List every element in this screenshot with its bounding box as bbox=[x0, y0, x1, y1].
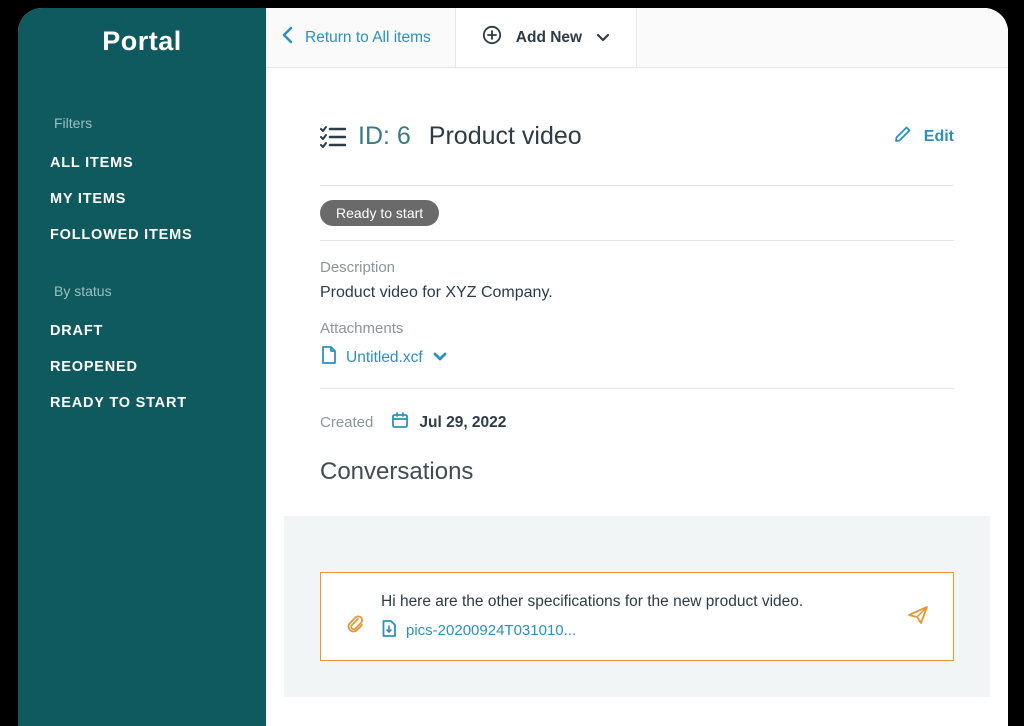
created-label: Created bbox=[320, 414, 373, 431]
message-attachment[interactable]: pics-20200924T031010... bbox=[381, 619, 891, 642]
attachment-item[interactable]: Untitled.xcf bbox=[320, 345, 954, 370]
app-window: Portal Filters ALL ITEMS MY ITEMS FOLLOW… bbox=[18, 8, 1008, 726]
chevron-down-icon bbox=[596, 29, 610, 47]
card-header: ID: 6 Product video Edit bbox=[320, 122, 954, 151]
divider bbox=[320, 388, 954, 389]
portal-title: Portal bbox=[18, 26, 266, 57]
status-badge: Ready to start bbox=[320, 200, 439, 226]
content: ID: 6 Product video Edit Ready to start … bbox=[266, 68, 1008, 726]
calendar-icon bbox=[391, 411, 409, 434]
file-download-icon bbox=[381, 619, 398, 642]
chevron-down-icon bbox=[433, 349, 447, 367]
item-card: ID: 6 Product video Edit Ready to start … bbox=[284, 88, 990, 697]
return-link-label: Return to All items bbox=[305, 29, 431, 47]
status-group: By status DRAFT REOPENED READY TO START bbox=[18, 283, 266, 421]
paperclip-icon[interactable] bbox=[345, 613, 365, 638]
sidebar-item-draft[interactable]: DRAFT bbox=[18, 313, 266, 349]
edit-button[interactable]: Edit bbox=[894, 125, 954, 148]
message-text: Hi here are the other specifications for… bbox=[381, 593, 891, 611]
sidebar-item-followed-items[interactable]: FOLLOWED ITEMS bbox=[18, 217, 266, 253]
created-date: Jul 29, 2022 bbox=[419, 414, 506, 432]
created-row: Created Jul 29, 2022 bbox=[320, 411, 954, 434]
message-file-name: pics-20200924T031010... bbox=[406, 622, 576, 639]
chevron-left-icon bbox=[282, 26, 293, 49]
item-id: ID: 6 bbox=[358, 122, 411, 151]
file-icon bbox=[320, 345, 338, 370]
filters-group: Filters ALL ITEMS MY ITEMS FOLLOWED ITEM… bbox=[18, 115, 266, 253]
message-box: Hi here are the other specifications for… bbox=[320, 572, 954, 661]
divider bbox=[320, 185, 954, 186]
filters-heading: Filters bbox=[18, 115, 266, 131]
item-title: Product video bbox=[429, 122, 582, 151]
pencil-icon bbox=[894, 125, 912, 148]
return-link[interactable]: Return to All items bbox=[266, 8, 455, 67]
add-new-button[interactable]: Add New bbox=[455, 8, 637, 67]
sidebar: Portal Filters ALL ITEMS MY ITEMS FOLLOW… bbox=[18, 8, 266, 726]
plus-circle-icon bbox=[482, 25, 502, 50]
add-new-label: Add New bbox=[516, 29, 582, 47]
description-text: Product video for XYZ Company. bbox=[320, 284, 954, 302]
conversation-area: Hi here are the other specifications for… bbox=[284, 516, 990, 697]
message-body[interactable]: Hi here are the other specifications for… bbox=[381, 593, 891, 642]
divider bbox=[320, 240, 954, 241]
attachments-label: Attachments bbox=[320, 320, 954, 337]
status-heading: By status bbox=[18, 283, 266, 299]
edit-label: Edit bbox=[924, 128, 954, 146]
description-label: Description bbox=[320, 259, 954, 276]
attachment-name: Untitled.xcf bbox=[346, 349, 423, 367]
checklist-icon bbox=[320, 125, 346, 149]
topbar: Return to All items Add New bbox=[266, 8, 1008, 68]
conversations-heading: Conversations bbox=[320, 458, 954, 486]
sidebar-item-ready-to-start[interactable]: READY TO START bbox=[18, 385, 266, 421]
sidebar-item-reopened[interactable]: REOPENED bbox=[18, 349, 266, 385]
card-title-area: ID: 6 Product video bbox=[320, 122, 582, 151]
sidebar-item-all-items[interactable]: ALL ITEMS bbox=[18, 145, 266, 181]
main-area: Return to All items Add New bbox=[266, 8, 1008, 726]
send-icon[interactable] bbox=[907, 605, 929, 630]
sidebar-item-my-items[interactable]: MY ITEMS bbox=[18, 181, 266, 217]
